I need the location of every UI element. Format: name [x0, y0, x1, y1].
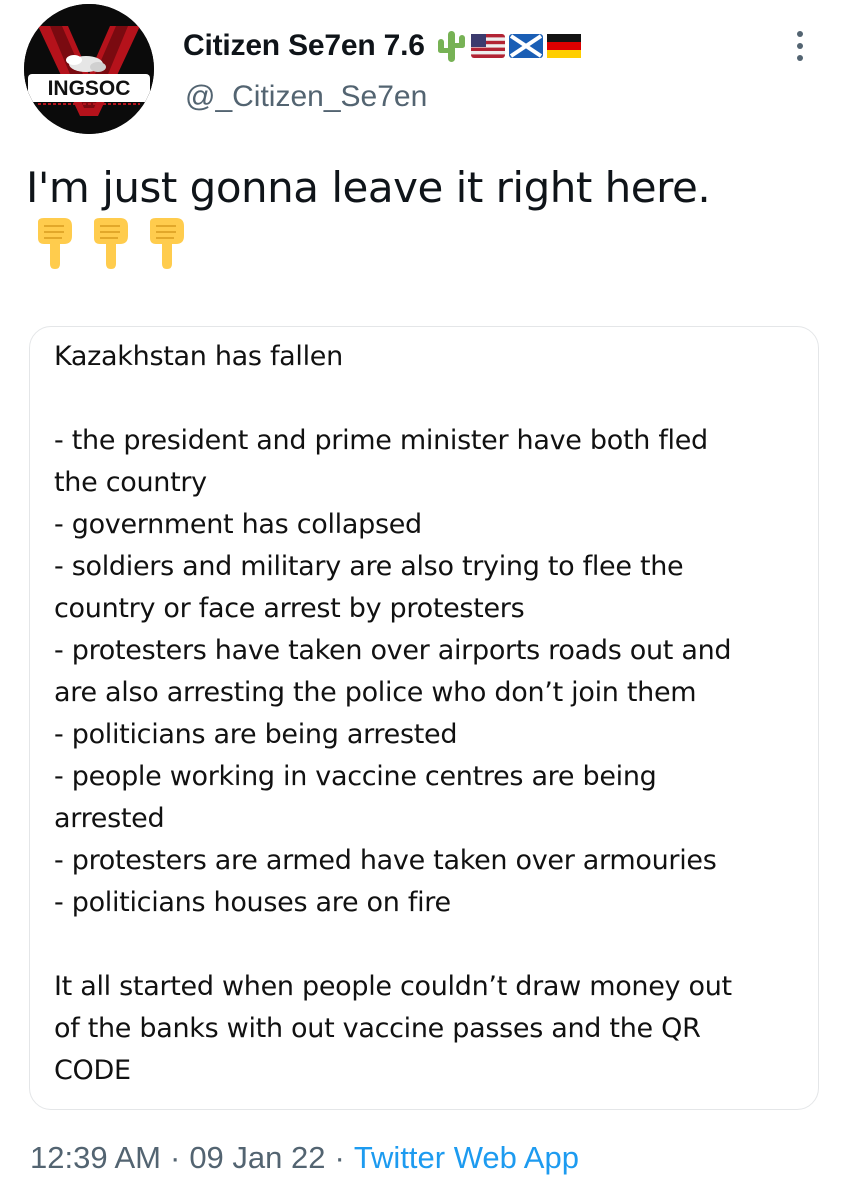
tweet-time[interactable]: 12:39 AM [30, 1140, 161, 1176]
avatar[interactable]: INGSOC [24, 4, 154, 134]
scotland-flag-icon [508, 34, 543, 58]
author-handle[interactable]: @_Citizen_Se7en [185, 80, 427, 114]
us-flag-icon [470, 34, 505, 58]
card-footer-line: It all started when people couldn’t draw… [54, 971, 732, 1002]
card-line: arrested [54, 803, 165, 834]
card-footer-line: CODE [54, 1055, 131, 1086]
pointing-down-icon [94, 218, 128, 269]
cactus-icon [437, 31, 465, 62]
tweet-text: I'm just gonna leave it right here. [26, 163, 711, 212]
meta-separator: · [169, 1140, 181, 1175]
card-line: - politicians are being arrested [54, 719, 458, 750]
more-options-icon[interactable] [790, 26, 810, 66]
tweet-source-link[interactable]: Twitter Web App [354, 1140, 579, 1176]
card-line: - the president and prime minister have … [54, 425, 708, 456]
attached-image-text: Kazakhstan has fallen - the president an… [54, 336, 814, 1092]
name-badges [435, 28, 581, 64]
card-line: are also arresting the police who don’t … [54, 677, 697, 708]
avatar-text: INGSOC [48, 77, 131, 100]
tweet-emojis [34, 216, 188, 270]
card-line: country or face arrest by protesters [54, 593, 525, 624]
card-line: - politicians houses are on fire [54, 887, 451, 918]
card-line: - people working in vaccine centres are … [54, 761, 657, 792]
tweet-date[interactable]: 09 Jan 22 [189, 1140, 325, 1176]
display-name[interactable]: Citizen Se7en 7.6 [183, 29, 425, 63]
card-line: - soldiers and military are also trying … [54, 551, 684, 582]
germany-flag-icon [546, 34, 581, 58]
pointing-down-icon [150, 218, 184, 269]
card-line: - government has collapsed [54, 509, 422, 540]
tweet-meta: 12:39 AM · 09 Jan 22 · Twitter Web App [30, 1140, 579, 1176]
ingsoc-logo: INGSOC [24, 4, 154, 134]
card-line: - protesters have taken over airports ro… [54, 635, 732, 666]
pointing-down-icon [38, 218, 72, 269]
meta-separator: · [334, 1140, 345, 1175]
author-name-row[interactable]: Citizen Se7en 7.6 [183, 24, 581, 68]
card-title: Kazakhstan has fallen [54, 341, 343, 372]
card-line: the country [54, 467, 207, 498]
card-line: - protesters are armed have taken over a… [54, 845, 717, 876]
card-footer-line: of the banks with out vaccine passes and… [54, 1013, 701, 1044]
